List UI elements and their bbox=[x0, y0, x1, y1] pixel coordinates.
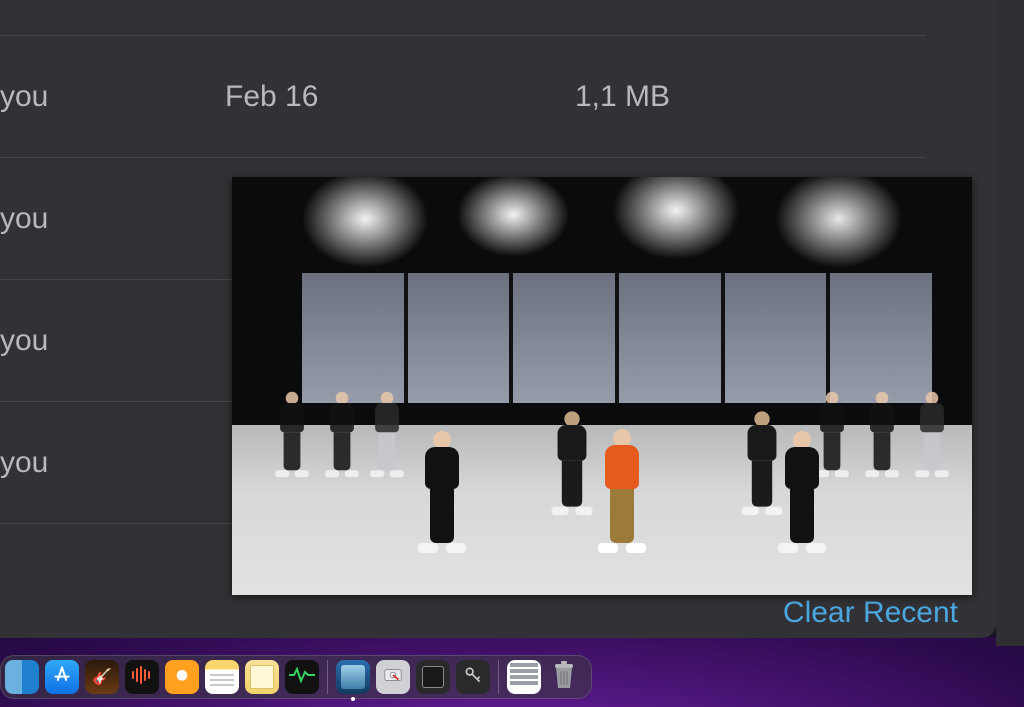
owner-cell: you bbox=[0, 324, 225, 358]
dancer-figure bbox=[412, 431, 472, 543]
owner-cell: you bbox=[0, 446, 225, 480]
dancer-figure bbox=[366, 392, 408, 470]
trash-icon bbox=[550, 660, 578, 695]
dock-app-stickies[interactable] bbox=[245, 660, 279, 694]
dock-app-preview[interactable] bbox=[336, 660, 370, 694]
dock-app-app-store[interactable] bbox=[45, 660, 79, 694]
dancer-figure bbox=[861, 392, 903, 470]
table-row[interactable]: you Feb 16 1,1 MB bbox=[0, 36, 926, 158]
list-header-spacer bbox=[0, 0, 926, 36]
dancer-figure bbox=[772, 431, 832, 543]
activity-icon bbox=[289, 667, 315, 688]
dock-app-garageband[interactable]: 🎸 bbox=[85, 660, 119, 694]
dancer-figure bbox=[547, 411, 598, 506]
chip-icon bbox=[422, 666, 444, 688]
guitar-icon: 🎸 bbox=[92, 667, 112, 687]
preview-icon bbox=[341, 665, 365, 689]
recents-panel: you Feb 16 1,1 MB you you you Clear Rece… bbox=[0, 0, 996, 638]
running-indicator-icon bbox=[351, 697, 355, 701]
app-store-icon bbox=[52, 665, 72, 690]
notes-icon bbox=[210, 674, 234, 676]
clear-recent-button[interactable]: Clear Recent bbox=[783, 596, 958, 630]
dock-tray: 🎸 bbox=[0, 655, 592, 699]
waveform-icon bbox=[131, 666, 153, 689]
dock-separator bbox=[498, 660, 499, 694]
owner-cell: you bbox=[0, 202, 225, 236]
date-cell: Feb 16 bbox=[225, 80, 575, 114]
dancer-figure-lead bbox=[592, 429, 652, 543]
keys-icon bbox=[463, 665, 483, 690]
dock-app-disk-utility[interactable] bbox=[376, 660, 410, 694]
studio-windows bbox=[302, 273, 932, 403]
dancer-figure bbox=[271, 392, 313, 470]
dock-app-trash[interactable] bbox=[547, 660, 581, 694]
dock-separator bbox=[327, 660, 328, 694]
dancer-figure bbox=[911, 392, 953, 470]
dock-app-orange-circle[interactable] bbox=[165, 660, 199, 694]
dock-app-voice-memos[interactable] bbox=[125, 660, 159, 694]
dock: 🎸 bbox=[0, 649, 592, 699]
stickies-icon bbox=[250, 665, 274, 689]
size-cell: 1,1 MB bbox=[575, 80, 926, 114]
dock-app-partial[interactable] bbox=[5, 660, 39, 694]
dock-app-keychain-access[interactable] bbox=[456, 660, 490, 694]
dock-app-textedit[interactable] bbox=[507, 660, 541, 694]
disk-utility-icon bbox=[382, 664, 404, 691]
dancer-figure bbox=[321, 392, 363, 470]
dock-app-system-information[interactable] bbox=[416, 660, 450, 694]
file-preview-thumbnail[interactable] bbox=[232, 177, 972, 595]
panel-right-edge bbox=[996, 0, 1024, 646]
dock-app-activity-monitor[interactable] bbox=[285, 660, 319, 694]
preview-scene bbox=[232, 177, 972, 595]
dock-app-notes[interactable] bbox=[205, 660, 239, 694]
owner-cell: you bbox=[0, 80, 225, 114]
